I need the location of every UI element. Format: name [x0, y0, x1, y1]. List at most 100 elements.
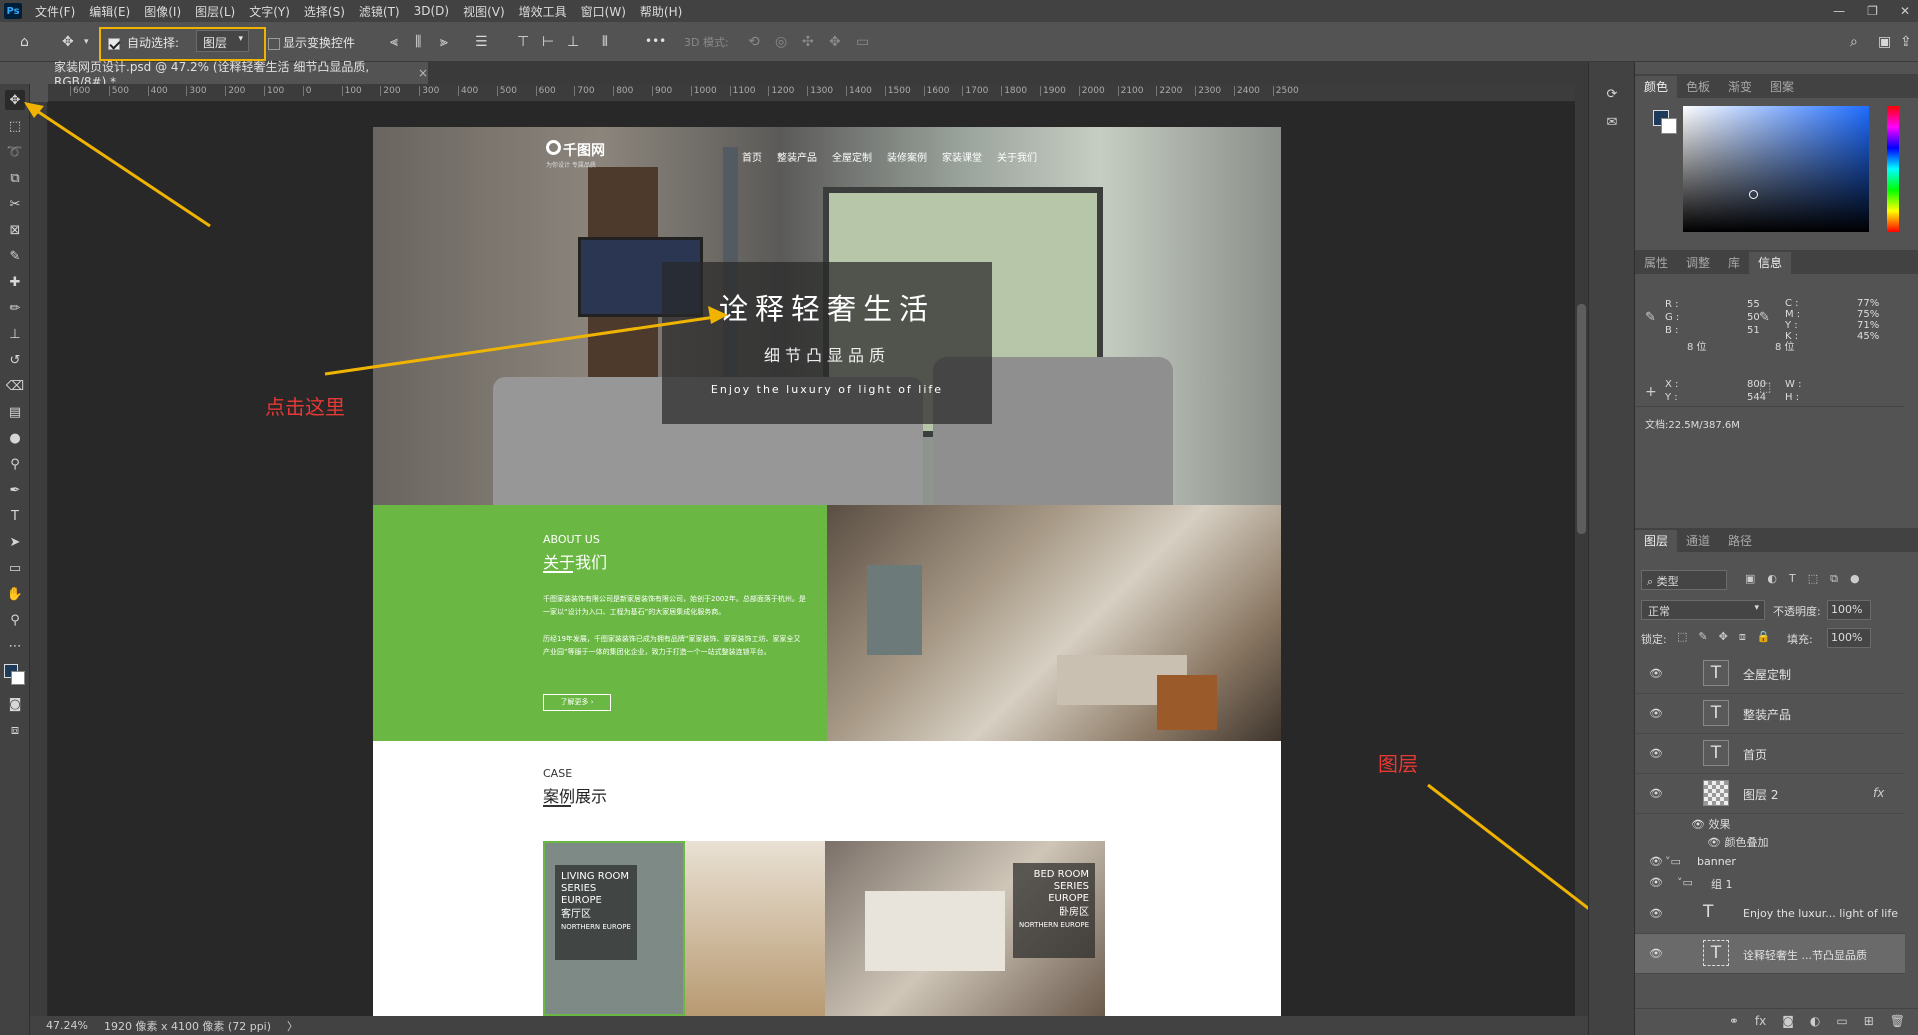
- zoom-tool-icon[interactable]: ⚲: [5, 610, 25, 630]
- nav-custom[interactable]: 全屋定制: [832, 149, 872, 164]
- link-layers-icon[interactable]: ⚭: [1729, 1014, 1739, 1030]
- color-overlay-row[interactable]: 👁 颜色叠加: [1707, 834, 1768, 850]
- menu-edit[interactable]: 编辑(E): [82, 3, 137, 20]
- tab-adjustments[interactable]: 调整: [1677, 252, 1719, 274]
- dodge-tool-icon[interactable]: ⚲: [5, 454, 25, 474]
- fill-field[interactable]: 100%: [1827, 628, 1871, 648]
- learn-more-button[interactable]: 了解更多 ›: [543, 694, 611, 711]
- lock-transparent-icon[interactable]: ⬚: [1677, 630, 1687, 644]
- scrollbar-thumb[interactable]: [1577, 304, 1586, 534]
- show-transform-checkbox[interactable]: [268, 36, 280, 50]
- lasso-tool-icon[interactable]: ➰: [5, 142, 25, 162]
- menu-layer[interactable]: 图层(L): [188, 3, 242, 20]
- align-right-icon[interactable]: ⫸: [440, 34, 448, 50]
- eye-icon[interactable]: 👁: [1649, 907, 1663, 920]
- hand-tool-icon[interactable]: ✋: [5, 584, 25, 604]
- tab-libraries[interactable]: 库: [1719, 252, 1749, 274]
- frame-tool-icon[interactable]: ⊠: [5, 220, 25, 240]
- rectangle-tool-icon[interactable]: ▭: [5, 558, 25, 578]
- tab-patterns[interactable]: 图案: [1761, 76, 1803, 98]
- eye-icon[interactable]: 👁: [1649, 667, 1663, 680]
- fx-badge[interactable]: fx: [1873, 786, 1884, 800]
- layer-item[interactable]: 👁 图层 2 fx: [1635, 774, 1905, 814]
- layer-item[interactable]: 👁 T 首页: [1635, 734, 1905, 774]
- lock-all-icon[interactable]: 🔒: [1757, 630, 1771, 644]
- distribute-vertical-icon[interactable]: ⫴: [602, 34, 608, 50]
- home-icon[interactable]: ⌂: [20, 34, 29, 50]
- menu-help[interactable]: 帮助(H): [633, 3, 689, 20]
- document-tab[interactable]: 家装网页设计.psd @ 47.2% (诠释轻奢生活 细节凸显品质, RGB/8…: [48, 60, 428, 89]
- menu-3d[interactable]: 3D(D): [407, 4, 456, 18]
- layer-item[interactable]: 👁 T 整装产品: [1635, 694, 1905, 734]
- tab-layers[interactable]: 图层: [1635, 530, 1678, 552]
- add-mask-icon[interactable]: ◙: [1782, 1014, 1794, 1030]
- history-brush-icon[interactable]: ↺: [5, 350, 25, 370]
- distribute-icon[interactable]: ☰: [475, 34, 488, 50]
- banner-image[interactable]: 千图网 为你设计 专属品质 首页 整装产品 全屋定制 装修案例 家装课堂 关于我…: [373, 127, 1281, 505]
- tab-color[interactable]: 颜色: [1635, 76, 1678, 98]
- align-center-icon[interactable]: ⫼: [415, 34, 421, 50]
- eye-icon[interactable]: 👁: [1649, 876, 1663, 889]
- filter-adjust-icon[interactable]: ◐: [1767, 572, 1777, 586]
- opacity-field[interactable]: 100%: [1827, 600, 1871, 620]
- new-layer-icon[interactable]: ⊞: [1864, 1014, 1874, 1030]
- eye-icon[interactable]: 👁: [1649, 947, 1663, 960]
- object-select-icon[interactable]: ⧉: [5, 168, 25, 188]
- screen-mode-icon[interactable]: ⧈: [5, 720, 25, 740]
- filter-pixel-icon[interactable]: ▣: [1745, 572, 1755, 586]
- more-options-button[interactable]: •••: [645, 34, 666, 48]
- move-tool-icon[interactable]: ✥: [5, 90, 25, 110]
- filter-type-icon[interactable]: T: [1789, 572, 1796, 586]
- tab-channels[interactable]: 通道: [1677, 530, 1719, 552]
- color-picker-cursor[interactable]: [1749, 190, 1758, 199]
- layer-item[interactable]: 👁 T 全屋定制: [1635, 654, 1905, 694]
- nav-about[interactable]: 关于我们: [997, 149, 1037, 164]
- align-left-icon[interactable]: ⫷: [390, 34, 398, 50]
- blur-tool-icon[interactable]: ●: [5, 428, 25, 448]
- lock-image-icon[interactable]: ✎: [1698, 630, 1707, 644]
- tab-swatches[interactable]: 色板: [1677, 76, 1719, 98]
- close-window-button[interactable]: ✕: [1900, 4, 1910, 18]
- eye-icon[interactable]: 👁: [1649, 747, 1663, 760]
- hue-slider[interactable]: [1887, 106, 1899, 232]
- menu-type[interactable]: 文字(Y): [242, 3, 297, 20]
- 3d-scale-icon[interactable]: ▭: [856, 34, 869, 50]
- align-bottom-icon[interactable]: ⊥: [567, 34, 579, 50]
- menu-plugins[interactable]: 增效工具: [512, 3, 574, 20]
- nav-class[interactable]: 家装课堂: [942, 149, 982, 164]
- menu-view[interactable]: 视图(V): [456, 3, 512, 20]
- nav-products[interactable]: 整装产品: [777, 149, 817, 164]
- 3d-orbit-icon[interactable]: ⟲: [748, 34, 760, 50]
- eye-icon[interactable]: 👁: [1649, 707, 1663, 720]
- tab-properties[interactable]: 属性: [1635, 252, 1677, 274]
- menu-image[interactable]: 图像(I): [137, 3, 188, 20]
- group-banner[interactable]: 👁 ˅▭ banner: [1635, 852, 1905, 872]
- gradient-tool-icon[interactable]: ▤: [5, 402, 25, 422]
- quick-mask-icon[interactable]: ◙: [5, 694, 25, 714]
- 3d-pan-icon[interactable]: ✣: [802, 34, 814, 50]
- type-tool-icon[interactable]: T: [5, 506, 25, 526]
- brush-tool-icon[interactable]: ✏: [5, 298, 25, 318]
- 3d-roll-icon[interactable]: ◎: [775, 34, 787, 50]
- nav-cases[interactable]: 装修案例: [887, 149, 927, 164]
- eye-icon[interactable]: 👁: [1649, 855, 1663, 868]
- path-select-icon[interactable]: ➤: [5, 532, 25, 552]
- stamp-tool-icon[interactable]: ⊥: [5, 324, 25, 344]
- banner-headline[interactable]: 诠释轻奢生活: [662, 286, 992, 328]
- design-document[interactable]: 千图网 为你设计 专属品质 首页 整装产品 全屋定制 装修案例 家装课堂 关于我…: [373, 127, 1281, 1016]
- menu-filter[interactable]: 滤镜(T): [352, 3, 407, 20]
- vertical-scrollbar[interactable]: [1575, 84, 1588, 1016]
- pen-tool-icon[interactable]: ✒: [5, 480, 25, 500]
- chevron-down-icon[interactable]: ▾: [84, 37, 89, 47]
- lock-position-icon[interactable]: ✥: [1719, 630, 1728, 644]
- adjustment-layer-icon[interactable]: ◐: [1810, 1014, 1820, 1030]
- marquee-tool-icon[interactable]: ⬚: [5, 116, 25, 136]
- nav-home[interactable]: 首页: [742, 149, 762, 164]
- banner-text-box[interactable]: 诠释轻奢生活 细节凸显品质 Enjoy the luxury of light …: [662, 262, 992, 424]
- background-color-swatch[interactable]: [11, 671, 25, 685]
- case-bedroom-card[interactable]: BED ROOM SERIES EUROPE 卧房区 NORTHERN EURO…: [825, 841, 1105, 1016]
- restore-button[interactable]: ❐: [1867, 4, 1878, 18]
- eyedropper-icon[interactable]: ✎: [5, 246, 25, 266]
- share-icon[interactable]: ⇪: [1900, 34, 1912, 50]
- tab-gradients[interactable]: 渐变: [1719, 76, 1761, 98]
